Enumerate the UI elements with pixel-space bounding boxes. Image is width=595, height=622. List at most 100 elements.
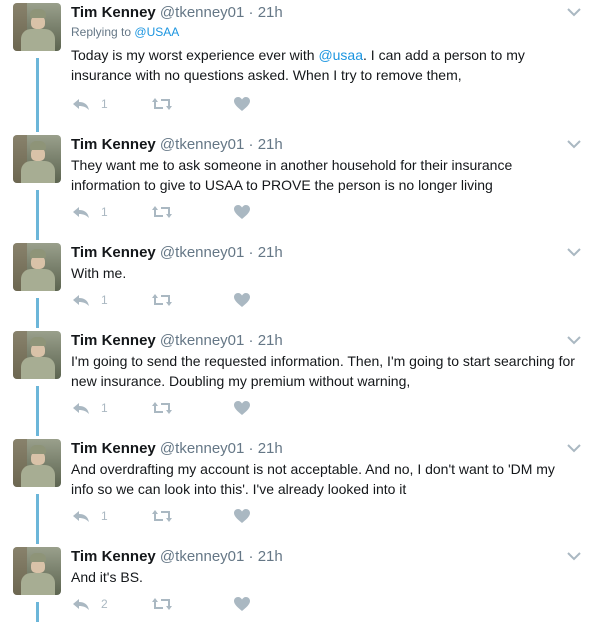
author-handle[interactable]: @tkenney01 [160, 440, 244, 457]
like-button[interactable] [233, 506, 251, 526]
mention-link[interactable]: @usaa [318, 47, 363, 63]
reply-button[interactable]: 2 [71, 594, 108, 614]
author-name[interactable]: Tim Kenney [71, 332, 156, 349]
thread-line [36, 298, 39, 328]
tweet-text: Today is my worst experience ever with @… [71, 45, 581, 85]
reply-button[interactable]: 1 [71, 94, 108, 114]
chevron-down-icon[interactable] [567, 247, 581, 257]
replying-to-label: Replying to [71, 25, 132, 39]
retweet-button[interactable] [151, 94, 173, 114]
thread-line [36, 494, 39, 544]
retweet-button[interactable] [151, 398, 173, 418]
timestamp[interactable]: 21h [258, 136, 283, 153]
reply-count: 1 [101, 97, 108, 111]
reply-button[interactable]: 1 [71, 202, 108, 222]
tweet-text: They want me to ask someone in another h… [71, 157, 513, 193]
author-handle[interactable]: @tkenney01 [160, 4, 244, 21]
reply-icon [73, 295, 89, 306]
avatar[interactable] [13, 547, 61, 595]
tweet-header: Tim Kenney @tkenney01 · 21h [71, 243, 581, 263]
tweet-text: And it's BS. [71, 569, 143, 585]
chevron-down-icon[interactable] [567, 335, 581, 345]
chevron-down-icon[interactable] [567, 443, 581, 453]
tweet-content: Tim Kenney @tkenney01 · 21h With me. [71, 243, 581, 283]
author-name[interactable]: Tim Kenney [71, 136, 156, 153]
reply-icon [73, 403, 89, 414]
retweet-icon [152, 206, 172, 218]
reply-icon [73, 207, 89, 218]
heart-icon [234, 97, 250, 111]
retweet-button[interactable] [151, 506, 173, 526]
tweet-content: Tim Kenney @tkenney01 · 21h They want me… [71, 135, 581, 195]
avatar[interactable] [13, 331, 61, 379]
separator: · [248, 136, 254, 153]
thread-line [36, 602, 39, 622]
retweet-icon [152, 598, 172, 610]
replying-to-user-link[interactable]: @USAA [134, 25, 179, 39]
reply-icon [73, 599, 89, 610]
separator: · [248, 244, 254, 261]
thread-line [36, 190, 39, 240]
heart-icon [234, 597, 250, 611]
reply-button[interactable]: 1 [71, 506, 108, 526]
separator: · [248, 332, 254, 349]
timestamp[interactable]: 21h [258, 244, 283, 261]
avatar[interactable] [13, 243, 61, 291]
separator: · [248, 548, 254, 565]
chevron-down-icon[interactable] [567, 7, 581, 17]
heart-icon [234, 293, 250, 307]
timestamp[interactable]: 21h [258, 548, 283, 565]
separator: · [248, 440, 254, 457]
reply-count: 1 [101, 509, 108, 523]
retweet-icon [152, 402, 172, 414]
heart-icon [234, 205, 250, 219]
retweet-button[interactable] [151, 290, 173, 310]
author-handle[interactable]: @tkenney01 [160, 332, 244, 349]
author-name[interactable]: Tim Kenney [71, 440, 156, 457]
like-button[interactable] [233, 94, 251, 114]
author-handle[interactable]: @tkenney01 [160, 136, 244, 153]
tweet-text: With me. [71, 265, 127, 281]
thread-line [36, 386, 39, 436]
retweet-icon [152, 294, 172, 306]
reply-button[interactable]: 1 [71, 290, 108, 310]
timestamp[interactable]: 21h [258, 332, 283, 349]
chevron-down-icon[interactable] [567, 139, 581, 149]
tweet-header: Tim Kenney @tkenney01 · 21h [71, 3, 581, 23]
avatar[interactable] [13, 135, 61, 183]
tweet-text: I'm going to send the requested informat… [71, 353, 575, 389]
retweet-button[interactable] [151, 594, 173, 614]
like-button[interactable] [233, 594, 251, 614]
tweet-header: Tim Kenney @tkenney01 · 21h [71, 439, 581, 459]
like-button[interactable] [233, 290, 251, 310]
reply-count: 1 [101, 293, 108, 307]
timestamp[interactable]: 21h [258, 440, 283, 457]
timestamp[interactable]: 21h [258, 4, 283, 21]
tweet-content: Tim Kenney @tkenney01 · 21h And overdraf… [71, 439, 581, 499]
separator: · [248, 4, 254, 21]
tweet-content: Tim Kenney @tkenney01 · 21h And it's BS. [71, 547, 581, 587]
retweet-button[interactable] [151, 202, 173, 222]
reply-button[interactable]: 1 [71, 398, 108, 418]
author-name[interactable]: Tim Kenney [71, 244, 156, 261]
author-name[interactable]: Tim Kenney [71, 548, 156, 565]
chevron-down-icon[interactable] [567, 551, 581, 561]
reply-count: 1 [101, 401, 108, 415]
like-button[interactable] [233, 202, 251, 222]
avatar[interactable] [13, 439, 61, 487]
author-handle[interactable]: @tkenney01 [160, 548, 244, 565]
reply-count: 1 [101, 205, 108, 219]
tweet-text: And overdrafting my account is not accep… [71, 461, 555, 497]
heart-icon [234, 401, 250, 415]
tweet-content: Tim Kenney @tkenney01 · 21h I'm going to… [71, 331, 581, 391]
thread-line [36, 58, 39, 132]
heart-icon [234, 509, 250, 523]
like-button[interactable] [233, 398, 251, 418]
author-name[interactable]: Tim Kenney [71, 4, 156, 21]
reply-count: 2 [101, 597, 108, 611]
tweet-header: Tim Kenney @tkenney01 · 21h [71, 547, 581, 567]
reply-icon [73, 99, 89, 110]
author-handle[interactable]: @tkenney01 [160, 244, 244, 261]
replying-to: Replying to @USAA [71, 24, 581, 40]
avatar[interactable] [13, 3, 61, 51]
